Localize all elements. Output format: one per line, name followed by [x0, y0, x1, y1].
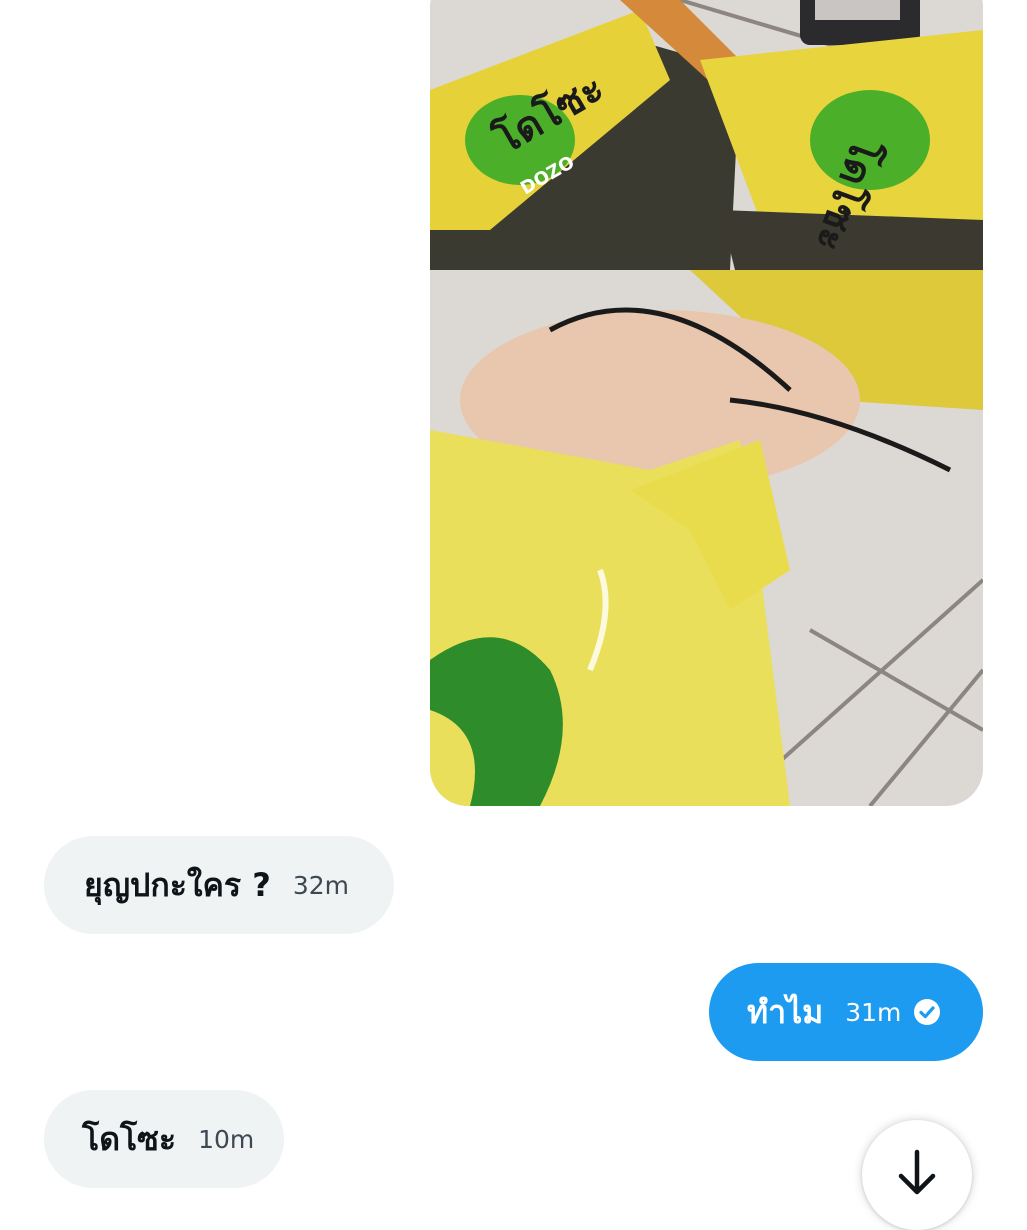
message-text: ยุญปกะใคร ?: [84, 865, 271, 904]
message-timestamp: 32m: [292, 870, 349, 900]
message-bubble-received[interactable]: โดโซะ 10m: [44, 1090, 284, 1188]
message-timestamp: 31m: [845, 997, 902, 1027]
scroll-to-bottom-button[interactable]: [862, 1120, 972, 1230]
photo-attachment[interactable]: โดโซะ โดโซะ DOZO: [430, 0, 983, 806]
check-circle-icon: [913, 998, 941, 1026]
arrow-down-icon: [895, 1148, 939, 1202]
message-timestamp: 10m: [198, 1124, 255, 1154]
message-bubble-received[interactable]: ยุญปกะใคร ? 32m: [44, 836, 394, 934]
message-text: โดโซะ: [82, 1119, 177, 1158]
snack-packages-image: โดโซะ โดโซะ DOZO: [430, 0, 983, 806]
message-text: ทำไม: [747, 992, 824, 1031]
message-bubble-sent[interactable]: ทำไม 31m: [709, 963, 983, 1061]
